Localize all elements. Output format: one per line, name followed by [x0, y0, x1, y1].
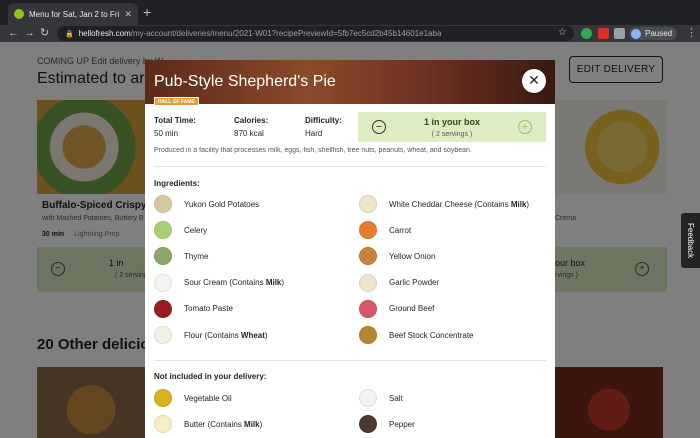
bookmark-star-icon[interactable]: ☆ [558, 27, 567, 38]
new-tab-button[interactable]: + [143, 4, 151, 20]
url-host: hellofresh.com [78, 29, 131, 38]
avatar [631, 28, 641, 39]
allergen-highlight: Milk [510, 199, 527, 209]
in-your-box-control: − 1 in your box ( 2 servings ) + [358, 112, 546, 142]
butter-icon [154, 415, 172, 433]
ingredient-item: Salt [359, 389, 403, 407]
ingredient-name: Yukon Gold Potatoes [184, 199, 260, 209]
ingredient-item: Beef Stock Concentrate [359, 326, 474, 344]
tab-title: Menu for Sat, Jan 2 to Fri, Jan 8 [29, 9, 121, 19]
lock-icon: 🔒 [65, 30, 74, 38]
hall-of-fame-badge: HALL OF FAME [154, 97, 199, 106]
divider [154, 166, 546, 167]
celery-icon [154, 221, 172, 240]
ingredient-item: Vegetable Oil [154, 389, 232, 407]
ingredients-heading: Ingredients: [154, 179, 200, 188]
feedback-tab[interactable]: Feedback [681, 213, 700, 268]
ingredient-item: Tomato Paste [154, 299, 233, 318]
ingredient-name: Garlic Powder [389, 278, 440, 288]
difficulty-label: Difficulty: [305, 116, 342, 125]
ingredient-name: Carrot [389, 225, 412, 235]
ingredient-item: Sour Cream (Contains Milk) [154, 273, 285, 292]
potato-icon [154, 195, 172, 213]
ingredient-name: Sour Cream (Contains Milk) [184, 278, 285, 288]
ingredient-item: Pepper [359, 415, 415, 433]
flour-icon [154, 326, 172, 344]
cheese-icon [359, 195, 377, 213]
tomato-paste-icon [154, 299, 172, 318]
profile-button[interactable]: Paused [629, 27, 677, 40]
carrot-icon [359, 221, 377, 240]
forward-icon[interactable]: → [24, 26, 35, 40]
ingredient-name: Ground Beef [389, 304, 435, 314]
reload-icon[interactable]: ↻ [40, 26, 49, 40]
thyme-icon [154, 247, 172, 266]
address-bar[interactable]: 🔒 hellofresh.com/my-account/deliveries/m… [57, 26, 574, 41]
allergen-highlight: Milk [244, 419, 260, 429]
grammarly-extension-icon[interactable] [581, 28, 592, 39]
allergen-highlight: Milk [265, 278, 282, 288]
ground-beef-icon [359, 299, 377, 318]
difficulty-value: Hard [305, 129, 323, 138]
calories-value: 870 kcal [234, 129, 264, 138]
allergen-note: Produced in a facility that processes mi… [154, 147, 472, 154]
ingredient-item: Ground Beef [359, 299, 435, 318]
ingredient-item: Garlic Powder [359, 273, 440, 292]
ingredient-name: Salt [389, 393, 403, 403]
ingredient-name: Tomato Paste [184, 304, 233, 314]
url-text: hellofresh.com/my-account/deliveries/men… [79, 29, 442, 38]
onion-icon [359, 247, 377, 266]
browser-menu-icon[interactable]: ⋮ [686, 26, 697, 39]
back-icon[interactable]: ← [8, 26, 19, 40]
pepper-icon [359, 415, 377, 433]
ingredient-item: White Cheddar Cheese (Contains Milk) [359, 195, 529, 213]
url-path: /my-account/deliveries/menu/2021-W01?rec… [130, 29, 442, 38]
ingredient-item: Thyme [154, 247, 209, 266]
tab-close-icon[interactable]: ✕ [124, 9, 132, 20]
recipe-title: Pub-Style Shepherd's Pie [154, 73, 336, 90]
profile-status: Paused [645, 29, 673, 38]
ingredient-item: Butter (Contains Milk) [154, 415, 262, 433]
browser-tab[interactable]: Menu for Sat, Jan 2 to Fri, Jan 8 ✕ [8, 3, 138, 25]
servings-count: ( 2 servings ) [431, 131, 473, 138]
browser-toolbar: ← → ↻ 🔒 hellofresh.com/my-account/delive… [0, 25, 700, 42]
ingredient-item: Flour (Contains Wheat) [154, 326, 268, 344]
ingredient-item: Yukon Gold Potatoes [154, 195, 259, 213]
ingredient-item: Yellow Onion [359, 247, 436, 266]
ingredient-name: White Cheddar Cheese (Contains Milk) [389, 199, 530, 209]
close-modal-button[interactable]: ✕ [522, 69, 546, 93]
ingredient-name: Vegetable Oil [184, 393, 232, 403]
ingredient-name: Pepper [389, 419, 415, 429]
ingredient-name: Yellow Onion [389, 251, 436, 261]
salt-icon [359, 389, 377, 407]
total-time-value: 50 min [154, 129, 179, 138]
hellofresh-favicon-icon [14, 9, 24, 19]
ingredient-name: Thyme [184, 251, 209, 261]
divider [154, 360, 546, 361]
calories-label: Calories: [234, 116, 269, 125]
garlic-powder-icon [359, 273, 377, 292]
sour-cream-icon [154, 273, 172, 292]
extension-icon[interactable] [598, 28, 609, 39]
recipe-preview-modal: Pub-Style Shepherd's Pie ✕ HALL OF FAME … [145, 60, 555, 438]
ingredient-name: Butter (Contains Milk) [184, 419, 263, 429]
ingredient-item: Carrot [359, 221, 412, 240]
ingredient-item: Celery [154, 221, 208, 240]
allergen-highlight: Wheat [240, 330, 265, 340]
not-included-heading: Not included in your delivery: [154, 372, 267, 381]
total-time-label: Total Time: [154, 116, 196, 125]
ingredient-name: Flour (Contains Wheat) [184, 330, 268, 340]
ingredient-name: Celery [184, 225, 208, 235]
browser-tab-bar: Menu for Sat, Jan 2 to Fri, Jan 8 ✕ + [0, 0, 700, 25]
beef-stock-icon [359, 326, 377, 344]
puzzle-extensions-icon[interactable] [614, 28, 625, 39]
vegetable-oil-icon [154, 389, 172, 407]
ingredient-name: Beef Stock Concentrate [389, 330, 474, 340]
add-serving-button[interactable]: + [518, 120, 532, 134]
